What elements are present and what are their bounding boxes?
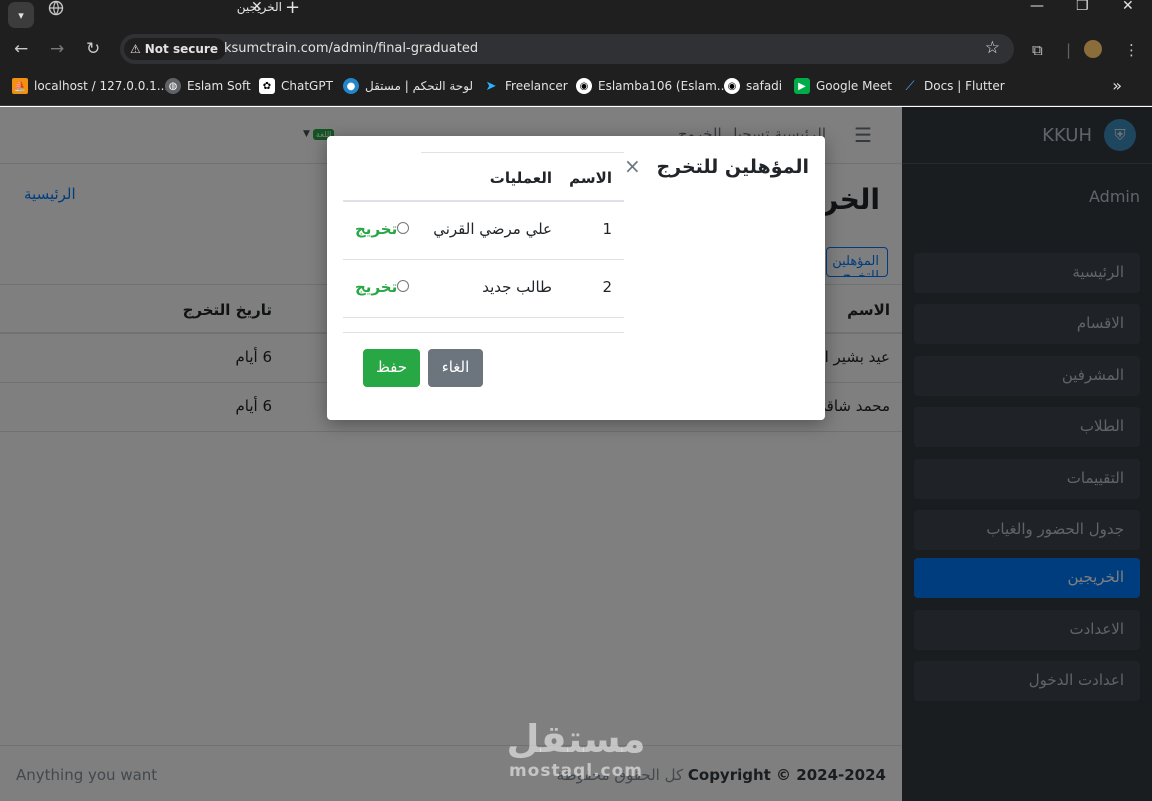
window-close-icon[interactable]: ✕ <box>1122 0 1134 14</box>
bookmark-google-meet[interactable]: ▶ Google Meet <box>794 78 892 94</box>
bookmark-github-safadi[interactable]: ◉ safadi <box>724 78 782 94</box>
forward-arrow-icon[interactable]: → <box>50 39 64 59</box>
mostaql-icon: ● <box>343 78 359 94</box>
close-icon[interactable]: × <box>624 154 641 178</box>
graduate-action-label[interactable]: تخريج <box>355 278 397 296</box>
bookmark-localhost[interactable]: ⛵ localhost / 127.0.0.1... <box>12 78 168 94</box>
header-name: الاسم <box>569 169 612 187</box>
save-button[interactable]: حفظ <box>363 349 420 387</box>
minimize-icon[interactable]: — <box>1030 0 1044 14</box>
security-label: Not secure <box>144 42 218 56</box>
github-icon: ◉ <box>724 78 740 94</box>
bookmark-label: Docs | Flutter <box>924 79 1005 93</box>
cancel-button[interactable]: الغاء <box>428 349 483 387</box>
new-tab-icon[interactable]: + <box>285 0 300 18</box>
google-meet-icon: ▶ <box>794 78 810 94</box>
bookmark-github-eslam[interactable]: ◉ Eslamba106 (Eslam... <box>576 78 728 94</box>
bookmark-chatgpt[interactable]: ✿ ChatGPT <box>259 78 333 94</box>
tab-search-button[interactable]: ▾ <box>8 2 34 28</box>
more-bookmarks-icon[interactable]: » <box>1112 76 1122 95</box>
reload-icon[interactable]: ↻ <box>86 39 100 59</box>
qualified-modal: المؤهلين للتخرج × الاسم العمليات 1 علي م… <box>327 136 825 420</box>
globe-icon <box>48 0 64 16</box>
watermark-latin: mostaql.com <box>508 761 644 781</box>
bookmark-label: ChatGPT <box>281 79 333 93</box>
graduate-radio[interactable] <box>397 280 409 292</box>
row-index: 2 <box>602 278 612 296</box>
mostaql-watermark: مستقل mostaql.com <box>506 717 646 781</box>
tab-strip: ▾ الخريجين ✕ + — ❐ ✕ <box>0 0 1152 34</box>
graduate-action-label[interactable]: تخريج <box>355 220 397 238</box>
freelancer-icon: ➤ <box>485 78 497 94</box>
maximize-icon[interactable]: ❐ <box>1076 0 1089 14</box>
globe-icon: ◍ <box>165 78 181 94</box>
url-text[interactable]: ksumctrain.com/admin/final-graduated <box>224 41 478 56</box>
github-icon: ◉ <box>576 78 592 94</box>
bookmark-label: Eslamba106 (Eslam... <box>598 79 729 93</box>
student-name: علي مرضي القرني <box>433 220 552 238</box>
table-row: 1 علي مرضي القرني تخريج <box>343 202 624 260</box>
back-arrow-icon[interactable]: ← <box>14 39 28 59</box>
bookmark-freelancer[interactable]: ➤ Freelancer <box>483 78 568 94</box>
security-chip[interactable]: ⚠ Not secure <box>124 38 226 60</box>
graduate-radio[interactable] <box>397 222 409 234</box>
table-bottom-border <box>343 332 624 333</box>
flutter-icon: ⟋ <box>905 78 915 94</box>
bookmark-eslam-soft[interactable]: ◍ Eslam Soft <box>165 78 251 94</box>
bookmark-label: Google Meet <box>816 79 892 93</box>
bookmark-mostaql[interactable]: ● لوحة التحكم | مستقل <box>343 78 473 94</box>
tab-close-icon[interactable]: ✕ <box>251 0 263 15</box>
browser-toolbar: ← → ↻ ⚠ Not secure ksumctrain.com/admin/… <box>0 34 1152 66</box>
watermark-arabic: مستقل <box>506 717 646 761</box>
kebab-menu-icon[interactable]: ⋮ <box>1124 41 1139 59</box>
header-operations: العمليات <box>489 169 552 187</box>
address-bar[interactable]: ⚠ Not secure ksumctrain.com/admin/final-… <box>120 34 1014 64</box>
bookmark-star-icon[interactable]: ☆ <box>985 38 1000 58</box>
table-row: 2 طالب جديد تخريج <box>343 260 624 318</box>
chevron-down-icon: ▾ <box>18 8 24 22</box>
browser-tab[interactable]: الخريجين ✕ <box>40 0 282 34</box>
modal-title: المؤهلين للتخرج <box>656 156 809 178</box>
bookmark-label: Freelancer <box>505 79 568 93</box>
warning-icon: ⚠ <box>130 42 141 56</box>
bookmark-label: Eslam Soft <box>187 79 251 93</box>
bookmarks-bar: ⛵ localhost / 127.0.0.1... ◍ Eslam Soft … <box>0 66 1152 106</box>
phpmyadmin-icon: ⛵ <box>12 78 28 94</box>
separator: | <box>1066 41 1072 59</box>
extensions-icon[interactable]: ⧉ <box>1032 41 1043 59</box>
student-name: طالب جديد <box>482 278 552 296</box>
row-index: 1 <box>602 220 612 238</box>
bookmark-label: لوحة التحكم | مستقل <box>365 79 474 93</box>
bookmark-label: safadi <box>746 79 783 93</box>
bookmark-label: localhost / 127.0.0.1... <box>34 79 169 93</box>
table-header: الاسم العمليات <box>343 152 624 202</box>
chatgpt-icon: ✿ <box>259 78 275 94</box>
profile-avatar[interactable] <box>1084 40 1102 58</box>
bookmark-flutter-docs[interactable]: ⟋ Docs | Flutter <box>902 78 1005 94</box>
tab-title: الخريجين <box>236 0 282 14</box>
